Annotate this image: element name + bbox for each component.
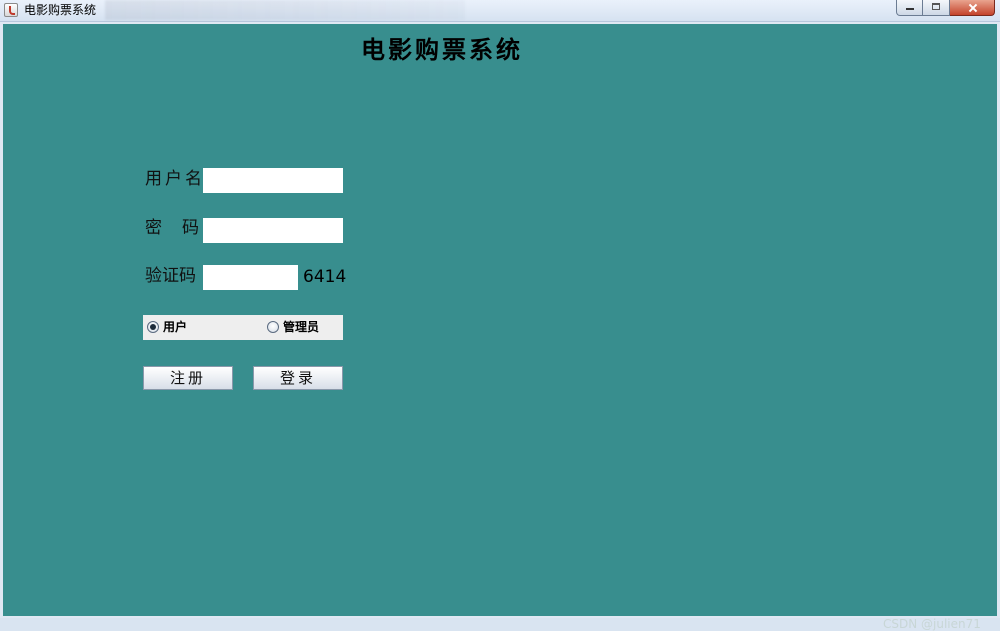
password-label: 密码 bbox=[145, 217, 199, 239]
captcha-code[interactable]: 6414 bbox=[303, 266, 346, 288]
password-label-part1: 密 bbox=[145, 218, 162, 238]
register-button[interactable]: 注册 bbox=[143, 366, 233, 390]
role-selector: 用户 管理员 bbox=[143, 315, 343, 340]
watermark: CSDN @julien71 bbox=[883, 617, 981, 631]
login-button[interactable]: 登录 bbox=[253, 366, 343, 390]
username-label: 用户名 bbox=[145, 169, 205, 189]
captcha-input[interactable] bbox=[203, 265, 298, 290]
title-bar[interactable]: 电影购票系统 bbox=[0, 0, 1000, 22]
captcha-label: 验证码 bbox=[145, 266, 196, 286]
java-cup-icon bbox=[4, 3, 18, 17]
username-input[interactable] bbox=[203, 168, 343, 193]
role-user-label[interactable]: 用户 bbox=[163, 319, 187, 335]
close-button[interactable] bbox=[950, 0, 995, 16]
login-panel: 电影购票系统 用户名 密码 验证码 6414 用户 管理员 注册 登录 CSDN… bbox=[3, 24, 997, 631]
role-admin-radio[interactable] bbox=[267, 321, 279, 333]
maximize-button[interactable] bbox=[923, 0, 950, 16]
page-title: 电影购票系统 bbox=[361, 35, 523, 64]
role-admin-label[interactable]: 管理员 bbox=[283, 319, 319, 335]
password-input[interactable] bbox=[203, 218, 343, 243]
minimize-button[interactable] bbox=[896, 0, 923, 16]
background-window-blur bbox=[105, 0, 465, 20]
window-title: 电影购票系统 bbox=[24, 3, 97, 17]
application-window: 电影购票系统 电影购票系统 用户名 密码 验证码 6414 用户 管理员 注册 … bbox=[0, 0, 1000, 631]
role-user-radio[interactable] bbox=[147, 321, 159, 333]
password-label-part2: 码 bbox=[182, 218, 199, 238]
